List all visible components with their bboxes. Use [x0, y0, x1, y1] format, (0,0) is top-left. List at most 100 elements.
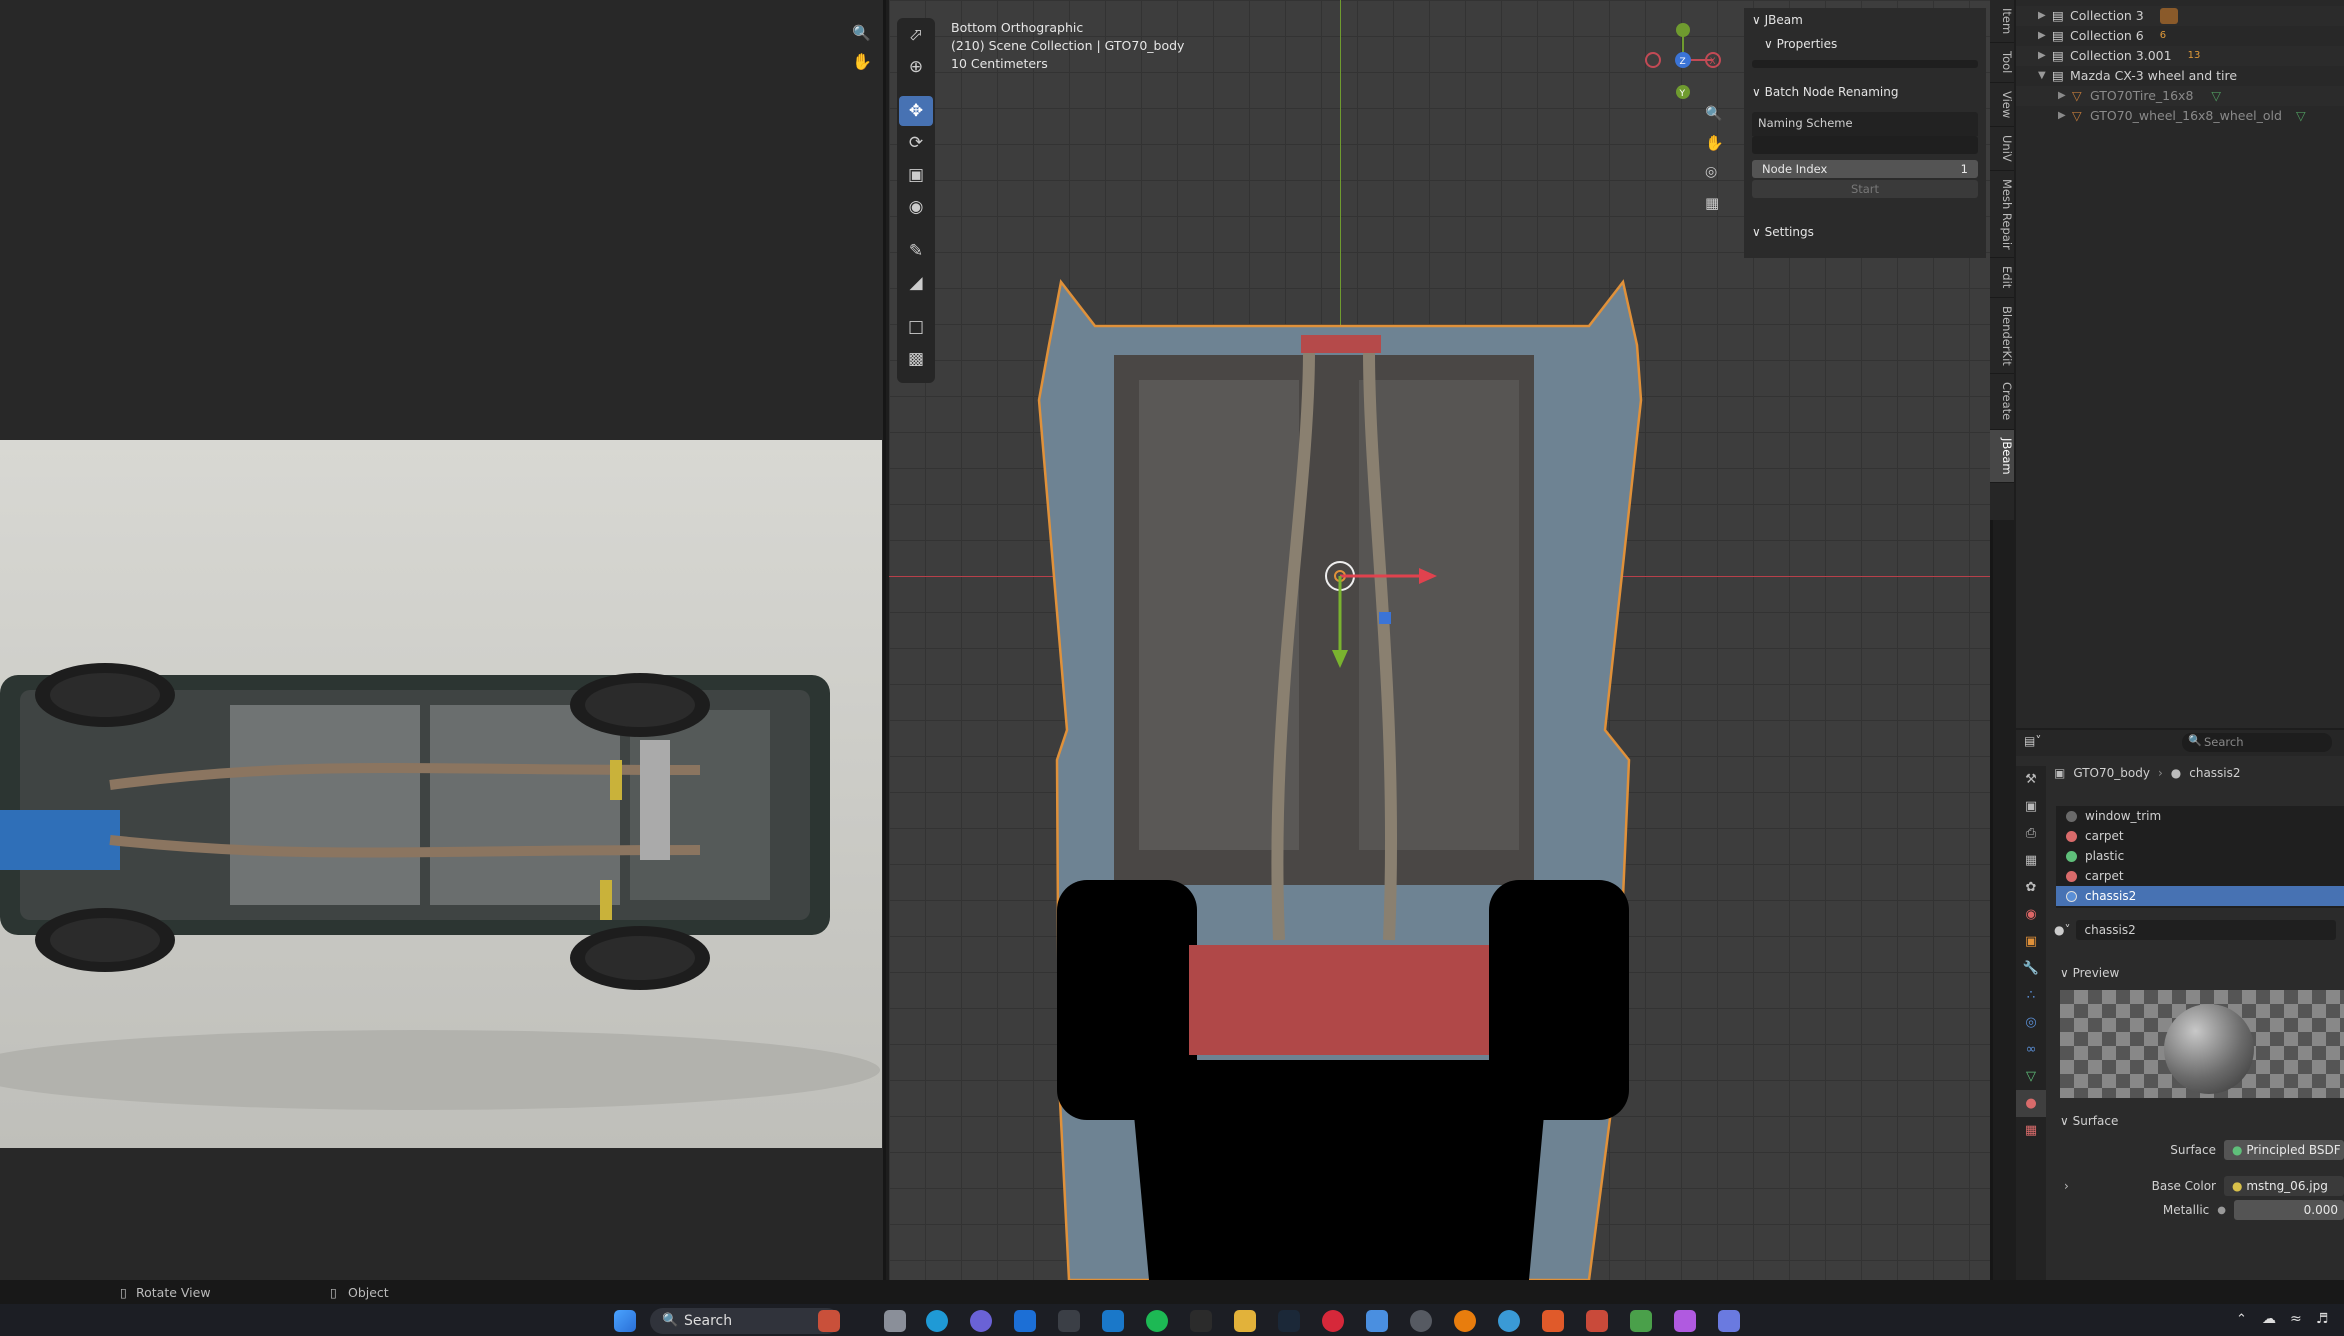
material-selector[interactable]: ●˅ chassis2 — [2054, 920, 2337, 940]
tab-blenderkit[interactable]: BlenderKit — [1990, 298, 2014, 375]
constraints-tab-icon[interactable]: ∞ — [2016, 1036, 2046, 1063]
base-color-value: mstng_06.jpg — [2246, 1179, 2328, 1193]
view-layer-tab-icon[interactable]: ▦ — [2016, 847, 2046, 874]
app-icon[interactable] — [1674, 1310, 1696, 1332]
start-button[interactable]: Start — [1752, 180, 1978, 198]
wifi-icon[interactable]: ≈ — [2290, 1311, 2302, 1327]
collapse-arrow-icon[interactable]: ▼ — [2038, 66, 2052, 86]
breadcrumb-object[interactable]: GTO70_body — [2073, 766, 2150, 780]
properties-search-input[interactable]: Search — [2182, 733, 2332, 752]
outlook-icon[interactable] — [1014, 1310, 1036, 1332]
object-tab-icon[interactable]: ▣ — [2016, 928, 2046, 955]
expand-arrow-icon[interactable]: › — [2064, 1179, 2069, 1193]
discord-icon[interactable] — [970, 1310, 992, 1332]
output-tab-icon[interactable]: ⎙ — [2016, 820, 2046, 847]
start-icon[interactable] — [614, 1310, 636, 1332]
properties-subpanel-header[interactable]: ∨ Properties — [1744, 32, 1986, 56]
outliner-row[interactable]: ▶ ▤ Collection 3.001 13 — [2016, 46, 2344, 66]
material-slot[interactable]: plastic — [2056, 846, 2344, 866]
collection-count: 6 — [2159, 30, 2167, 41]
material-browse-icon[interactable]: ●˅ — [2054, 923, 2070, 937]
expand-arrow-icon[interactable]: ▶ — [2058, 106, 2072, 126]
blender-icon[interactable] — [1454, 1310, 1476, 1332]
material-slot[interactable]: carpet — [2056, 866, 2344, 886]
node-index-field[interactable]: Node Index 1 — [1752, 160, 1978, 178]
material-slot[interactable]: carpet — [2056, 826, 2344, 846]
outliner-row[interactable]: ▶ ▤ Collection 3 — [2016, 6, 2344, 26]
jbeam-panel-header[interactable]: ∨ JBeam — [1744, 8, 1986, 32]
editor-type-icon[interactable]: ▤˅ — [2024, 734, 2041, 748]
tab-edit[interactable]: Edit — [1990, 258, 2014, 298]
batch-renaming-header[interactable]: ∨ Batch Node Renaming — [1744, 80, 1986, 104]
app-icon[interactable] — [1586, 1310, 1608, 1332]
properties-subpanel-title: Properties — [1776, 37, 1838, 51]
base-color-field[interactable]: ● mstng_06.jpg — [2224, 1176, 2344, 1196]
chevron-up-icon[interactable]: ⌃ — [2236, 1312, 2247, 1327]
tab-univ[interactable]: UniV — [1990, 127, 2014, 171]
tab-view[interactable]: View — [1990, 83, 2014, 127]
taskbar-search[interactable]: Search — [650, 1308, 840, 1334]
app-icon[interactable] — [1498, 1310, 1520, 1332]
app-icon[interactable] — [1102, 1310, 1124, 1332]
expand-arrow-icon[interactable]: ▶ — [2038, 26, 2052, 46]
surface-section-header[interactable]: ∨ Surface — [2060, 1114, 2118, 1128]
tab-jbeam[interactable]: JBeam — [1990, 429, 2014, 484]
outliner-row[interactable]: ▶ ▽ GTO70Tire_16x8 ▽ — [2016, 86, 2344, 106]
file-explorer-icon[interactable] — [1234, 1310, 1256, 1332]
tab-mesh-repair[interactable]: Mesh Repair — [1990, 171, 2014, 259]
material-slot-selected[interactable]: chassis2 — [2056, 886, 2344, 906]
texture-tab-icon[interactable]: ▦ — [2016, 1117, 2046, 1144]
modifier-tab-icon[interactable]: 🔧 — [2016, 955, 2046, 982]
surface-shader-field[interactable]: ● Principled BSDF — [2224, 1140, 2344, 1160]
properties-editor: ▤˅ Search 🔍 ⚒ ▣ ⎙ ▦ ✿ ◉ ▣ 🔧 ∴ ◎ ∞ ▽ ● ▦ … — [2016, 730, 2344, 1280]
spotify-icon[interactable] — [1146, 1310, 1168, 1332]
volume-icon[interactable]: ♬ — [2316, 1311, 2329, 1327]
material-tab-icon[interactable]: ● — [2016, 1090, 2046, 1117]
preview-header[interactable]: ∨ Preview — [2060, 966, 2119, 980]
material-slot[interactable]: window_trim — [2056, 806, 2344, 826]
node-index-value: 1 — [1960, 162, 1968, 176]
metallic-field[interactable]: 0.000 — [2234, 1200, 2344, 1220]
render-tab-icon[interactable]: ▣ — [2016, 793, 2046, 820]
scene-tab-icon[interactable]: ✿ — [2016, 874, 2046, 901]
physics-tab-icon[interactable]: ◎ — [2016, 1009, 2046, 1036]
outliner-row[interactable]: ▼ ▤ Mazda CX-3 wheel and tire — [2016, 66, 2344, 86]
outliner-row[interactable]: ▶ ▤ Collection 6 6 — [2016, 26, 2344, 46]
tab-tool[interactable]: Tool — [1990, 43, 2014, 83]
data-tab-icon[interactable]: ▽ — [2016, 1063, 2046, 1090]
expand-arrow-icon[interactable]: ▶ — [2038, 46, 2052, 66]
app-icon[interactable] — [1058, 1310, 1080, 1332]
settings-header[interactable]: ∨ Settings — [1744, 220, 1986, 244]
outliner-row[interactable]: ▶ ▽ GTO70_wheel_16x8_wheel_old ▽ — [2016, 106, 2344, 126]
surface-label: Surface — [2170, 1143, 2216, 1157]
app-icon[interactable] — [1366, 1310, 1388, 1332]
edge-icon[interactable] — [926, 1310, 948, 1332]
app-icon[interactable] — [1542, 1310, 1564, 1332]
app-icon[interactable] — [1410, 1310, 1432, 1332]
widget-icon[interactable] — [818, 1310, 840, 1332]
tab-item[interactable]: Item — [1990, 0, 2014, 44]
material-name-field[interactable]: chassis2 — [2076, 920, 2337, 940]
naming-scheme-input[interactable] — [1752, 136, 1978, 154]
task-view-icon[interactable] — [884, 1310, 906, 1332]
breadcrumb-material[interactable]: chassis2 — [2189, 766, 2240, 780]
app-icon[interactable] — [1190, 1310, 1212, 1332]
properties-tab-column: ⚒ ▣ ⎙ ▦ ✿ ◉ ▣ 🔧 ∴ ◎ ∞ ▽ ● ▦ — [2016, 766, 2046, 1280]
jbeam-panel-title: JBeam — [1764, 13, 1803, 27]
hand-pan-icon[interactable]: ✋ — [852, 52, 872, 71]
expand-arrow-icon[interactable]: ▶ — [2038, 6, 2052, 26]
tool-tab-icon[interactable]: ⚒ — [2016, 766, 2046, 793]
world-tab-icon[interactable]: ◉ — [2016, 901, 2046, 928]
particles-tab-icon[interactable]: ∴ — [2016, 982, 2046, 1009]
image-editor-area[interactable]: 🔍 ✋ — [0, 0, 886, 1280]
tab-create[interactable]: Create — [1990, 374, 2014, 430]
zoom-icon[interactable]: 🔍 — [852, 24, 871, 42]
app-icon[interactable] — [1718, 1310, 1740, 1332]
surface-section-title: Surface — [2072, 1114, 2119, 1128]
expand-arrow-icon[interactable]: ▶ — [2058, 86, 2072, 106]
steam-icon[interactable] — [1278, 1310, 1300, 1332]
app-icon[interactable] — [1630, 1310, 1652, 1332]
collection-count: 13 — [2187, 50, 2201, 61]
cloud-icon[interactable]: ☁ — [2262, 1311, 2276, 1327]
opera-icon[interactable] — [1322, 1310, 1344, 1332]
